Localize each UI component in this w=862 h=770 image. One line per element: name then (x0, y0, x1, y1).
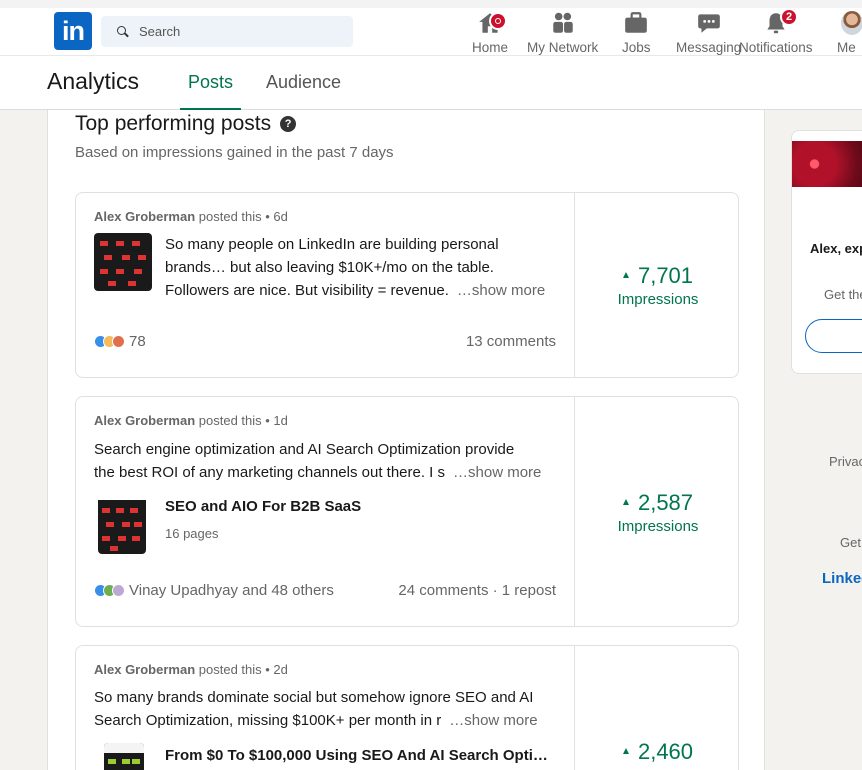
reactions-icon (94, 584, 125, 597)
impressions-label: Impressions (617, 518, 699, 535)
analytics-header: Analytics Posts Audience (0, 56, 862, 110)
impressions-cell: 7,701 Impressions (574, 193, 738, 377)
post-meta: Alex Groberman posted this • 2d (94, 662, 288, 677)
impressions-cell: 2,460 (574, 646, 738, 770)
ad-banner-image (792, 141, 862, 187)
impressions-value: 2,587 (575, 490, 738, 516)
impressions-number: 2,587 (637, 490, 694, 515)
tab-audience[interactable]: Audience (266, 72, 341, 110)
linkedin-logo[interactable]: in (54, 12, 92, 50)
nav-notifications-label: Notifications (739, 40, 813, 55)
post-meta: Alex Groberman posted this • 1d (94, 413, 288, 428)
post-text-line: So many people on LinkedIn are building … (165, 236, 499, 253)
nav-my-network[interactable]: My Network (527, 10, 598, 56)
ad-headline: Alex, exp (810, 241, 862, 256)
nav-messaging-label: Messaging (676, 40, 742, 55)
nav-me-label: Me (837, 40, 856, 55)
up-arrow-icon (622, 747, 629, 754)
avatar (841, 11, 862, 35)
post-text: So many brands dominate social but someh… (94, 686, 564, 732)
reactions-text: 78 (129, 333, 146, 350)
ad-cta-button[interactable] (805, 319, 862, 353)
up-arrow-icon (622, 498, 629, 505)
document-title[interactable]: From $0 To $100,000 Using SEO And AI Sea… (165, 747, 548, 764)
top-posts-panel: Top performing posts ? Based on impressi… (47, 110, 765, 770)
reactions-count[interactable]: 78 (94, 333, 146, 350)
section-title-text: Top performing posts (75, 112, 272, 135)
nav-jobs-label: Jobs (622, 40, 651, 55)
post-text-line: the best ROI of any marketing channels o… (94, 464, 446, 481)
nav-home[interactable]: Home (472, 10, 508, 56)
section-title: Top performing posts ? (75, 112, 297, 136)
post-text-line: brands… but also leaving $10K+/mo on the… (165, 259, 494, 276)
post-time: posted this • 2d (195, 662, 288, 677)
briefcase-icon (625, 12, 648, 33)
section-subtitle: Based on impressions gained in the past … (75, 144, 394, 161)
show-more-link[interactable]: …show more (449, 709, 538, 732)
impressions-label: Impressions (617, 291, 699, 308)
nav-me[interactable]: Me (837, 10, 862, 56)
impressions-value: 2,460 (575, 739, 738, 765)
impressions-number: 2,460 (637, 739, 694, 764)
global-nav: in Home My Network Jobs Messaging 2 Noti… (0, 0, 862, 56)
help-icon[interactable]: ? (280, 116, 297, 132)
up-arrow-icon (622, 271, 629, 278)
document-thumbnail[interactable] (98, 496, 146, 554)
reactions-count[interactable]: Vinay Upadhyay and 48 others (94, 582, 334, 599)
impressions-number: 7,701 (637, 263, 694, 288)
post-text-line: Search engine optimization and AI Search… (94, 441, 515, 458)
post-meta: Alex Groberman posted this • 6d (94, 209, 288, 224)
post-card[interactable]: Alex Groberman posted this • 6d So many … (75, 192, 739, 378)
search-input[interactable] (139, 24, 339, 39)
notifications-count-badge: 2 (780, 8, 798, 26)
premium-ad-card[interactable]: Alex, exp Get the (791, 130, 862, 374)
search-icon (117, 25, 129, 38)
post-text-line: So many brands dominate social but someh… (94, 689, 534, 706)
impressions-value: 7,701 (575, 263, 738, 289)
post-time: posted this • 6d (195, 209, 288, 224)
post-thumbnail[interactable] (94, 233, 152, 291)
impressions-cell: 2,587 Impressions (574, 397, 738, 626)
post-text: Search engine optimization and AI Search… (94, 438, 564, 484)
post-time: posted this • 1d (195, 413, 288, 428)
page-title: Analytics (47, 68, 140, 94)
show-more-link[interactable]: …show more (453, 461, 542, 484)
post-text-line: Followers are nice. But visibility = rev… (165, 282, 449, 299)
post-text: So many people on LinkedIn are building … (165, 233, 565, 302)
post-card[interactable]: Alex Groberman posted this • 1d Search e… (75, 396, 739, 627)
footer-linkedin-logo: Linked (822, 570, 862, 587)
footer-privacy-link[interactable]: Privac (829, 454, 862, 469)
post-content: Alex Groberman posted this • 6d So many … (76, 193, 574, 377)
comments-count[interactable]: 24 comments · 1 repost (398, 582, 556, 599)
show-more-link[interactable]: …show more (456, 279, 546, 302)
document-thumbnail[interactable] (104, 743, 144, 770)
nav-jobs[interactable]: Jobs (622, 10, 651, 56)
nav-notifications[interactable]: 2 Notifications (739, 8, 813, 56)
nav-home-label: Home (472, 40, 509, 55)
comments-count[interactable]: 13 comments (466, 333, 556, 350)
reactions-text: Vinay Upadhyay and 48 others (129, 582, 334, 599)
home-notification-badge (489, 12, 507, 30)
tab-posts[interactable]: Posts (180, 72, 242, 110)
post-author[interactable]: Alex Groberman (94, 662, 195, 677)
post-text-line: Search Optimization, missing $100K+ per … (94, 712, 442, 729)
post-author[interactable]: Alex Groberman (94, 209, 195, 224)
post-content: Alex Groberman posted this • 2d So many … (76, 646, 574, 770)
reactions-icon (94, 335, 125, 348)
people-icon (552, 12, 573, 33)
nav-my-network-label: My Network (527, 40, 599, 55)
post-author[interactable]: Alex Groberman (94, 413, 195, 428)
post-content: Alex Groberman posted this • 1d Search e… (76, 397, 574, 626)
chat-icon (697, 14, 720, 33)
document-pages: 16 pages (165, 526, 219, 541)
search-box[interactable] (101, 16, 353, 47)
post-card[interactable]: Alex Groberman posted this • 2d So many … (75, 645, 739, 770)
nav-messaging[interactable]: Messaging (676, 10, 741, 56)
footer-get-app-link[interactable]: Get (840, 535, 861, 550)
ad-subtext: Get the (824, 287, 862, 302)
document-title[interactable]: SEO and AIO For B2B SaaS (165, 498, 361, 515)
